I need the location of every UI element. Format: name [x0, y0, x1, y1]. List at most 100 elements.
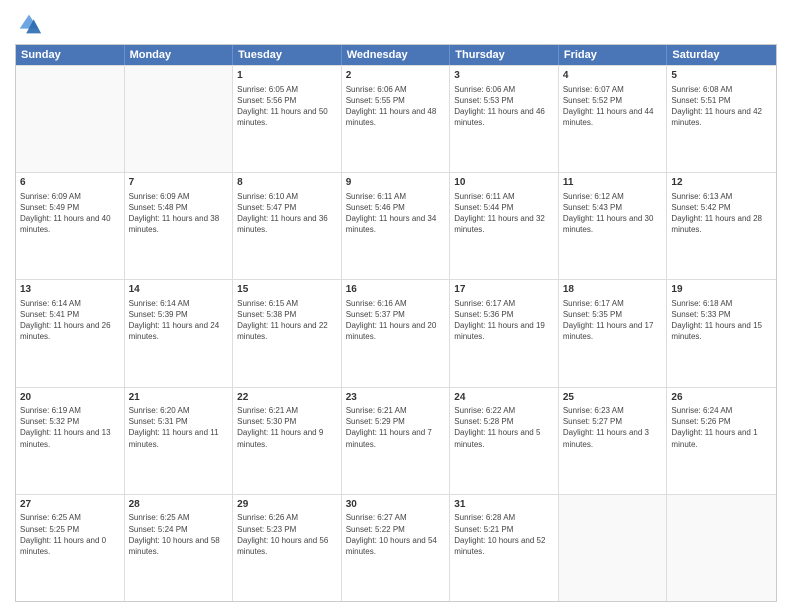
day-info: Sunrise: 6:21 AMSunset: 5:29 PMDaylight:… [346, 405, 446, 450]
day-cell-29: 29Sunrise: 6:26 AMSunset: 5:23 PMDayligh… [233, 495, 342, 601]
day-number: 14 [129, 283, 229, 297]
calendar-row-1: 6Sunrise: 6:09 AMSunset: 5:49 PMDaylight… [16, 172, 776, 279]
day-info: Sunrise: 6:06 AMSunset: 5:53 PMDaylight:… [454, 84, 554, 129]
day-number: 4 [563, 69, 663, 83]
day-number: 21 [129, 391, 229, 405]
day-info: Sunrise: 6:22 AMSunset: 5:28 PMDaylight:… [454, 405, 554, 450]
day-info: Sunrise: 6:23 AMSunset: 5:27 PMDaylight:… [563, 405, 663, 450]
day-number: 20 [20, 391, 120, 405]
day-cell-20: 20Sunrise: 6:19 AMSunset: 5:32 PMDayligh… [16, 388, 125, 494]
header [15, 10, 777, 38]
day-number: 27 [20, 498, 120, 512]
day-info: Sunrise: 6:19 AMSunset: 5:32 PMDaylight:… [20, 405, 120, 450]
day-number: 18 [563, 283, 663, 297]
day-number: 22 [237, 391, 337, 405]
header-day-thursday: Thursday [450, 45, 559, 65]
day-number: 26 [671, 391, 772, 405]
day-info: Sunrise: 6:10 AMSunset: 5:47 PMDaylight:… [237, 191, 337, 236]
day-cell-18: 18Sunrise: 6:17 AMSunset: 5:35 PMDayligh… [559, 280, 668, 386]
day-cell-19: 19Sunrise: 6:18 AMSunset: 5:33 PMDayligh… [667, 280, 776, 386]
day-cell-6: 6Sunrise: 6:09 AMSunset: 5:49 PMDaylight… [16, 173, 125, 279]
day-cell-12: 12Sunrise: 6:13 AMSunset: 5:42 PMDayligh… [667, 173, 776, 279]
day-number: 17 [454, 283, 554, 297]
day-info: Sunrise: 6:14 AMSunset: 5:39 PMDaylight:… [129, 298, 229, 343]
day-cell-25: 25Sunrise: 6:23 AMSunset: 5:27 PMDayligh… [559, 388, 668, 494]
day-info: Sunrise: 6:05 AMSunset: 5:56 PMDaylight:… [237, 84, 337, 129]
day-cell-1: 1Sunrise: 6:05 AMSunset: 5:56 PMDaylight… [233, 66, 342, 172]
day-cell-26: 26Sunrise: 6:24 AMSunset: 5:26 PMDayligh… [667, 388, 776, 494]
day-info: Sunrise: 6:08 AMSunset: 5:51 PMDaylight:… [671, 84, 772, 129]
day-number: 9 [346, 176, 446, 190]
day-info: Sunrise: 6:09 AMSunset: 5:48 PMDaylight:… [129, 191, 229, 236]
day-info: Sunrise: 6:20 AMSunset: 5:31 PMDaylight:… [129, 405, 229, 450]
calendar-row-0: 1Sunrise: 6:05 AMSunset: 5:56 PMDaylight… [16, 65, 776, 172]
day-cell-5: 5Sunrise: 6:08 AMSunset: 5:51 PMDaylight… [667, 66, 776, 172]
day-cell-16: 16Sunrise: 6:16 AMSunset: 5:37 PMDayligh… [342, 280, 451, 386]
day-cell-11: 11Sunrise: 6:12 AMSunset: 5:43 PMDayligh… [559, 173, 668, 279]
day-number: 8 [237, 176, 337, 190]
calendar: SundayMondayTuesdayWednesdayThursdayFrid… [15, 44, 777, 602]
day-cell-13: 13Sunrise: 6:14 AMSunset: 5:41 PMDayligh… [16, 280, 125, 386]
day-number: 28 [129, 498, 229, 512]
empty-cell [559, 495, 668, 601]
day-cell-24: 24Sunrise: 6:22 AMSunset: 5:28 PMDayligh… [450, 388, 559, 494]
day-number: 11 [563, 176, 663, 190]
day-number: 24 [454, 391, 554, 405]
calendar-body: 1Sunrise: 6:05 AMSunset: 5:56 PMDaylight… [16, 65, 776, 601]
day-info: Sunrise: 6:13 AMSunset: 5:42 PMDaylight:… [671, 191, 772, 236]
day-number: 12 [671, 176, 772, 190]
day-number: 19 [671, 283, 772, 297]
day-number: 15 [237, 283, 337, 297]
day-info: Sunrise: 6:11 AMSunset: 5:46 PMDaylight:… [346, 191, 446, 236]
day-cell-14: 14Sunrise: 6:14 AMSunset: 5:39 PMDayligh… [125, 280, 234, 386]
day-number: 3 [454, 69, 554, 83]
day-info: Sunrise: 6:17 AMSunset: 5:35 PMDaylight:… [563, 298, 663, 343]
day-info: Sunrise: 6:26 AMSunset: 5:23 PMDaylight:… [237, 512, 337, 557]
page: SundayMondayTuesdayWednesdayThursdayFrid… [0, 0, 792, 612]
empty-cell [667, 495, 776, 601]
day-info: Sunrise: 6:09 AMSunset: 5:49 PMDaylight:… [20, 191, 120, 236]
day-info: Sunrise: 6:14 AMSunset: 5:41 PMDaylight:… [20, 298, 120, 343]
header-day-wednesday: Wednesday [342, 45, 451, 65]
header-day-friday: Friday [559, 45, 668, 65]
day-number: 30 [346, 498, 446, 512]
day-info: Sunrise: 6:16 AMSunset: 5:37 PMDaylight:… [346, 298, 446, 343]
logo [15, 10, 47, 38]
day-number: 2 [346, 69, 446, 83]
day-cell-2: 2Sunrise: 6:06 AMSunset: 5:55 PMDaylight… [342, 66, 451, 172]
empty-cell [16, 66, 125, 172]
day-cell-23: 23Sunrise: 6:21 AMSunset: 5:29 PMDayligh… [342, 388, 451, 494]
day-cell-27: 27Sunrise: 6:25 AMSunset: 5:25 PMDayligh… [16, 495, 125, 601]
day-info: Sunrise: 6:24 AMSunset: 5:26 PMDaylight:… [671, 405, 772, 450]
day-info: Sunrise: 6:27 AMSunset: 5:22 PMDaylight:… [346, 512, 446, 557]
day-info: Sunrise: 6:15 AMSunset: 5:38 PMDaylight:… [237, 298, 337, 343]
day-cell-10: 10Sunrise: 6:11 AMSunset: 5:44 PMDayligh… [450, 173, 559, 279]
day-number: 1 [237, 69, 337, 83]
day-number: 5 [671, 69, 772, 83]
day-number: 23 [346, 391, 446, 405]
calendar-row-4: 27Sunrise: 6:25 AMSunset: 5:25 PMDayligh… [16, 494, 776, 601]
empty-cell [125, 66, 234, 172]
day-number: 10 [454, 176, 554, 190]
day-cell-31: 31Sunrise: 6:28 AMSunset: 5:21 PMDayligh… [450, 495, 559, 601]
day-info: Sunrise: 6:12 AMSunset: 5:43 PMDaylight:… [563, 191, 663, 236]
day-info: Sunrise: 6:25 AMSunset: 5:25 PMDaylight:… [20, 512, 120, 557]
day-number: 6 [20, 176, 120, 190]
calendar-row-3: 20Sunrise: 6:19 AMSunset: 5:32 PMDayligh… [16, 387, 776, 494]
day-info: Sunrise: 6:17 AMSunset: 5:36 PMDaylight:… [454, 298, 554, 343]
header-day-monday: Monday [125, 45, 234, 65]
day-info: Sunrise: 6:18 AMSunset: 5:33 PMDaylight:… [671, 298, 772, 343]
day-cell-4: 4Sunrise: 6:07 AMSunset: 5:52 PMDaylight… [559, 66, 668, 172]
day-cell-7: 7Sunrise: 6:09 AMSunset: 5:48 PMDaylight… [125, 173, 234, 279]
calendar-row-2: 13Sunrise: 6:14 AMSunset: 5:41 PMDayligh… [16, 279, 776, 386]
day-info: Sunrise: 6:06 AMSunset: 5:55 PMDaylight:… [346, 84, 446, 129]
day-number: 25 [563, 391, 663, 405]
calendar-header: SundayMondayTuesdayWednesdayThursdayFrid… [16, 45, 776, 65]
day-cell-17: 17Sunrise: 6:17 AMSunset: 5:36 PMDayligh… [450, 280, 559, 386]
day-cell-21: 21Sunrise: 6:20 AMSunset: 5:31 PMDayligh… [125, 388, 234, 494]
day-cell-8: 8Sunrise: 6:10 AMSunset: 5:47 PMDaylight… [233, 173, 342, 279]
day-number: 29 [237, 498, 337, 512]
header-day-tuesday: Tuesday [233, 45, 342, 65]
day-number: 16 [346, 283, 446, 297]
day-number: 31 [454, 498, 554, 512]
